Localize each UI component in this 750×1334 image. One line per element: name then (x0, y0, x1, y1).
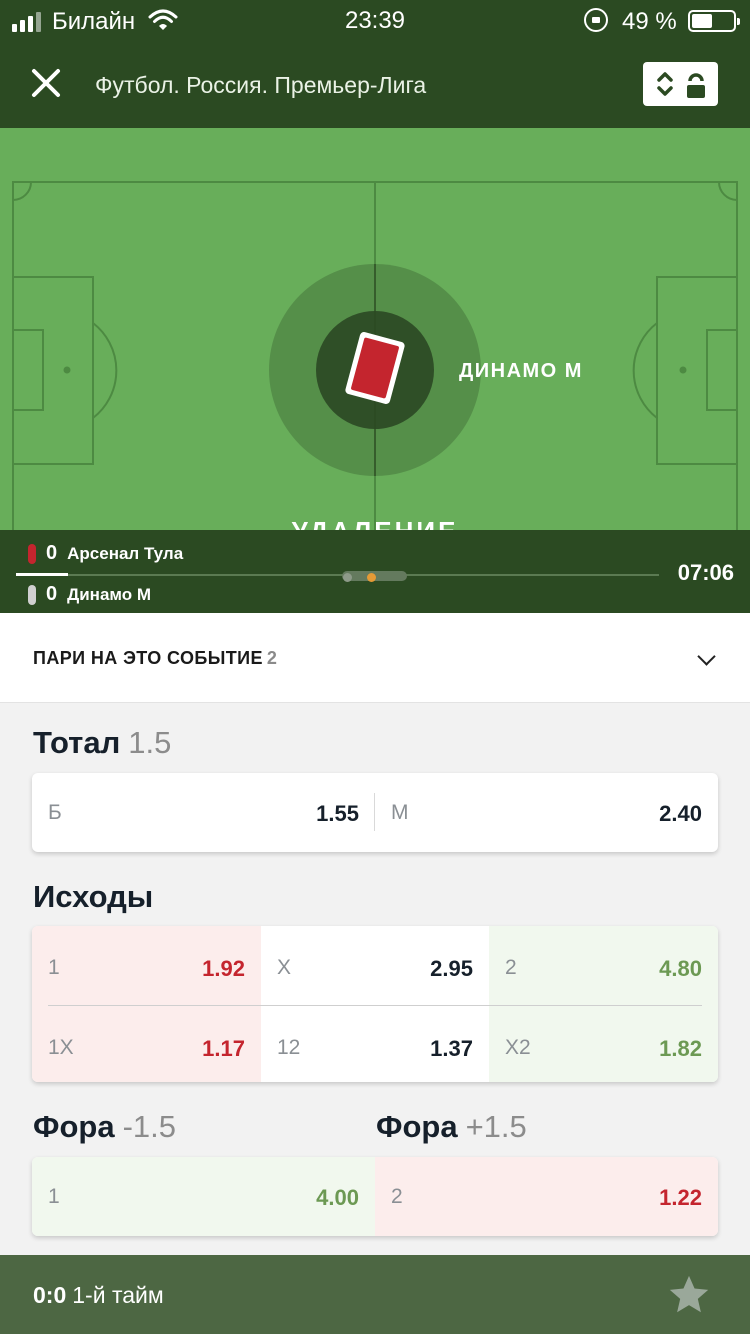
bottom-score-bar: 0:0 1-й тайм (0, 1255, 750, 1334)
odd-label: 1 (48, 1185, 60, 1208)
timeline-event-dot (343, 573, 352, 582)
bets-count: 2 (266, 648, 278, 668)
odd-label: X2 (505, 1036, 531, 1059)
odd-value: 4.00 (316, 1185, 359, 1210)
market-name: Фора (33, 1109, 115, 1144)
market-card-total: Б 1.55 М 2.40 (32, 773, 718, 852)
bets-on-event-label: ПАРИ НА ЭТО СОБЫТИЕ (33, 648, 263, 668)
card-indicator (28, 584, 36, 605)
odd-value: 2.95 (430, 956, 473, 981)
odd-value: 1.22 (659, 1185, 702, 1210)
odd-button[interactable]: 2 1.22 (375, 1157, 718, 1236)
odd-button[interactable]: М 2.40 (375, 773, 718, 852)
odd-value: 4.80 (659, 956, 702, 981)
market-name: Фора (376, 1109, 458, 1144)
rotation-lock-icon (584, 8, 608, 32)
odd-button[interactable]: 2 4.80 (489, 926, 718, 1005)
match-score: 0:0 (33, 1282, 67, 1308)
market-line: +1.5 (465, 1109, 527, 1144)
odd-label: М (391, 801, 409, 824)
market-card-handicap: 1 4.00 2 1.22 (32, 1157, 718, 1236)
odd-label: 2 (391, 1185, 403, 1208)
pitch-markings (12, 181, 738, 530)
odd-button[interactable]: X2 1.82 (489, 1006, 718, 1082)
odd-value: 1.82 (659, 1036, 702, 1061)
match-timeline (16, 574, 659, 576)
match-time: 07:06 (677, 560, 734, 585)
close-button[interactable] (28, 64, 64, 100)
odd-button[interactable]: X 2.95 (261, 926, 489, 1005)
match-status: 0:0 1-й тайм (33, 1282, 164, 1309)
odd-label: 1X (48, 1036, 74, 1059)
odd-button[interactable]: 1X 1.17 (32, 1006, 261, 1082)
battery-icon (688, 10, 740, 32)
app-header: Футбол. Россия. Премьер-Лига (0, 42, 750, 128)
odd-label: Б (48, 801, 62, 824)
market-title-handicap-away: Фора +1.5 (376, 1109, 527, 1145)
odd-value: 2.40 (659, 801, 702, 826)
odd-button[interactable]: 12 1.37 (261, 1006, 489, 1082)
bets-on-event-toggle[interactable]: ПАРИ НА ЭТО СОБЫТИЕ 2 (0, 613, 750, 703)
odd-button[interactable]: 1 1.92 (32, 926, 261, 1005)
red-card-indicator (28, 543, 36, 564)
timeline-progress (16, 573, 68, 576)
market-name: Тотал (33, 725, 121, 760)
sort-toggle-icon (657, 72, 705, 98)
odd-label: 12 (277, 1036, 301, 1059)
battery-percent: 49 % (622, 8, 677, 35)
team-name: Динамо М (67, 584, 152, 604)
odd-value: 1.37 (430, 1036, 473, 1061)
odd-value: 1.92 (202, 956, 245, 981)
market-title-outcomes: Исходы (33, 879, 154, 914)
chevron-down-icon (697, 647, 716, 666)
odd-label: 1 (48, 956, 60, 979)
market-line: 1.5 (128, 725, 172, 760)
team-score: 0 (46, 542, 58, 564)
odd-label: 2 (505, 956, 517, 979)
bets-on-event-title: ПАРИ НА ЭТО СОБЫТИЕ 2 (33, 648, 277, 669)
odd-value: 1.55 (316, 801, 359, 826)
sort-toggle-button[interactable] (643, 62, 718, 106)
odd-button[interactable]: 1 4.00 (32, 1157, 375, 1236)
scoreboard: 0 Арсенал Тула 0 Динамо М 07:06 (0, 530, 750, 613)
match-period: 1-й тайм (72, 1282, 164, 1308)
star-icon[interactable] (666, 1272, 712, 1318)
team-row-away: 0 Динамо М (28, 583, 151, 606)
market-card-outcomes: 1 1.92 X 2.95 2 4.80 1X 1.17 12 1.37 X2 … (32, 926, 718, 1082)
page-title: Футбол. Россия. Премьер-Лига (95, 72, 427, 98)
odd-button[interactable]: Б 1.55 (32, 773, 375, 852)
odd-value: 1.17 (202, 1036, 245, 1061)
team-name: Арсенал Тула (67, 543, 184, 563)
event-caption: УДАЛЕНИЕ (0, 516, 750, 530)
event-team-name: ДИНАМО М (459, 360, 583, 382)
match-field: ДИНАМО М УДАЛЕНИЕ (0, 128, 750, 530)
market-title-total: Тотал 1.5 (33, 725, 171, 761)
team-score: 0 (46, 583, 58, 605)
odd-label: X (277, 956, 292, 979)
market-title-handicap-home: Фора -1.5 (33, 1109, 176, 1145)
status-bar: Билайн 23:39 49 % (0, 0, 750, 42)
market-line: -1.5 (122, 1109, 176, 1144)
team-row-home: 0 Арсенал Тула (28, 542, 183, 565)
timeline-event-dot (367, 573, 376, 582)
